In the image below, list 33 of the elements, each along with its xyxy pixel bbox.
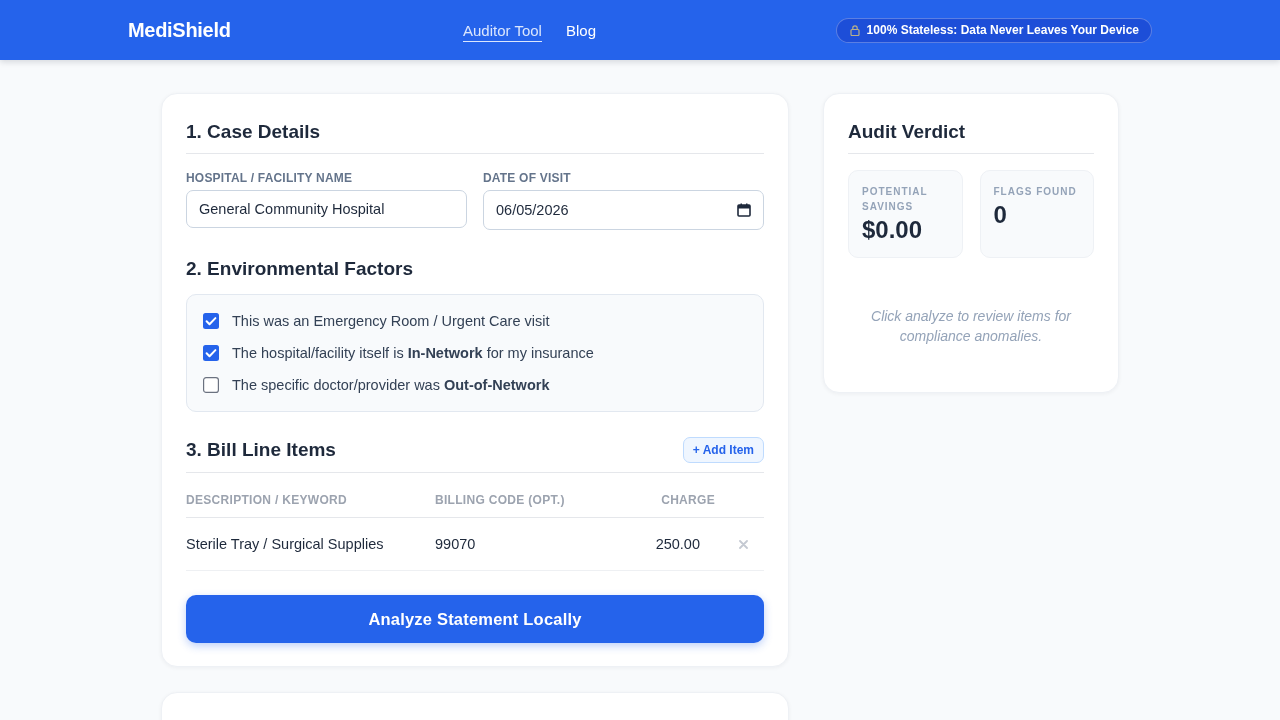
hint-text: Click analyze to review items for compliance anomalies. [870, 307, 1073, 346]
section-title: 3. Bill Line Items [186, 438, 336, 462]
stat-value: 0 [993, 200, 1007, 230]
column-header: DESCRIPTION / KEYWORD [186, 492, 348, 508]
checkbox[interactable] [203, 377, 219, 393]
stat-label: FLAGS FOUND [993, 185, 1077, 199]
table-cell-text: Sterile Tray / Surgical Supplies [186, 536, 385, 552]
section-title: 1. Case Details [186, 118, 764, 154]
stat-value: $0.00 [862, 215, 923, 245]
field-label: DATE OF VISIT [483, 170, 572, 186]
analyze-button[interactable]: Analyze Statement Locally [186, 595, 764, 643]
table-cell-text: 250.00 [654, 536, 701, 552]
checkbox[interactable] [203, 313, 219, 329]
checkbox[interactable] [203, 345, 219, 361]
column-header: CHARGE [660, 492, 715, 508]
logo-text: MediShield [128, 18, 231, 42]
nav-link[interactable]: Blog [565, 18, 596, 42]
calendar-icon[interactable] [737, 203, 751, 217]
checkbox-label: The hospital/facility itself is In-Network for my insurance [232, 345, 594, 361]
table-cell-text: 99070 [435, 536, 477, 552]
date-input[interactable]: 06/05/2026 [483, 190, 764, 230]
nav-link[interactable]: Auditor Tool [463, 18, 542, 42]
add-item-button[interactable]: + Add Item [682, 437, 764, 463]
stat-label: POTENTIAL SAVINGS [862, 185, 929, 214]
lock-icon [849, 24, 860, 36]
field-label: HOSPITAL / FACILITY NAME [186, 170, 354, 186]
section-title: Audit Verdict [848, 118, 1094, 154]
checkbox-label: This was an Emergency Room / Urgent Care visit [232, 313, 550, 329]
checkbox-label: The specific doctor/provider was Out-of-Network [232, 377, 550, 393]
section-title: 2. Environmental Factors [186, 257, 414, 281]
column-header: BILLING CODE (OPT.) [435, 492, 566, 508]
text-input[interactable]: General Community Hospital [186, 190, 467, 228]
badge-text: 100% Stateless: Data Never Leaves Your Device [866, 23, 1139, 37]
